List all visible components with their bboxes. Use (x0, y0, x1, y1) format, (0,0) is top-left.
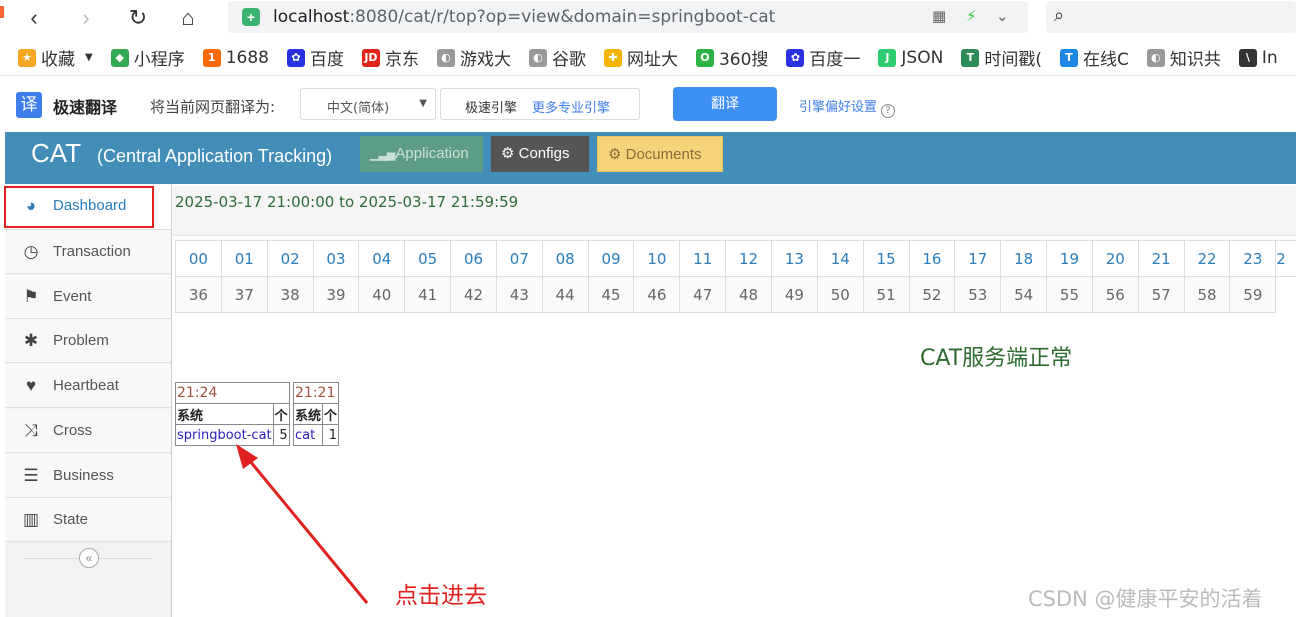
annotation-text: 点击进去 (395, 583, 487, 609)
annotation-arrow (236, 444, 369, 604)
watermark: CSDN @健康平安的活着 (1028, 587, 1263, 611)
